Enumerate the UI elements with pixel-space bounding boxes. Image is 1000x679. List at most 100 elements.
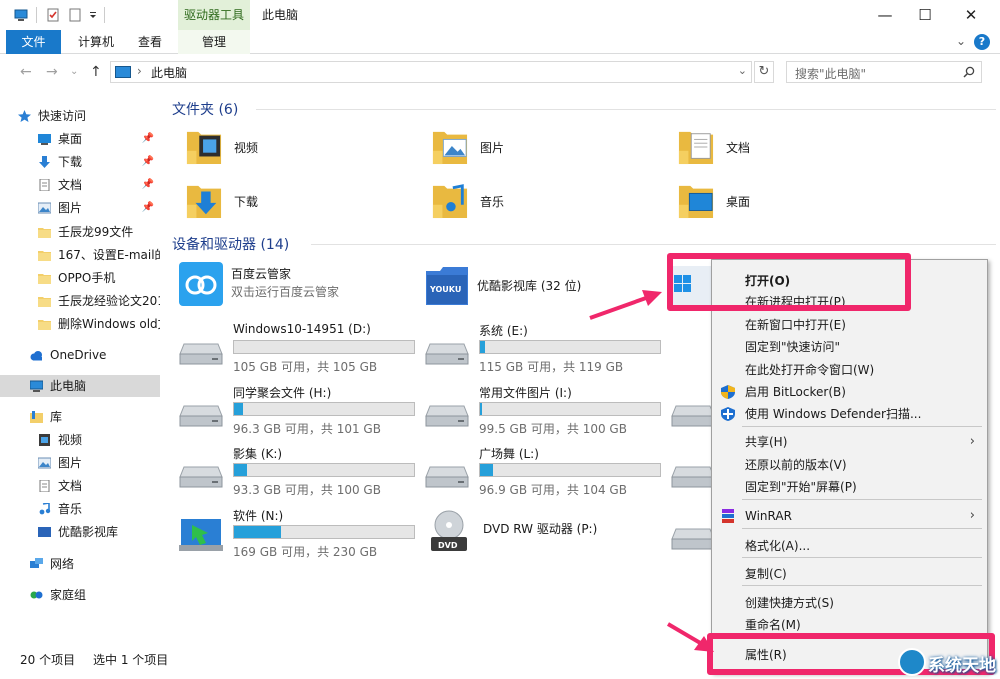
context-menu-item[interactable]: 在此处打开命令窗口(W) bbox=[712, 359, 987, 381]
customize-toolbar-icon[interactable] bbox=[88, 8, 98, 22]
folder-item[interactable]: 视频 bbox=[186, 125, 386, 173]
drive-item[interactable]: 影集 (K:) 93.3 GB 可用，共 100 GB bbox=[178, 443, 423, 501]
hard-drive-icon[interactable] bbox=[670, 515, 716, 553]
drive-item[interactable]: 同学聚会文件 (H:) 96.3 GB 可用，共 101 GB bbox=[178, 382, 423, 440]
properties-icon[interactable] bbox=[46, 8, 60, 22]
context-menu-item[interactable]: 在新窗口中打开(E) bbox=[712, 314, 987, 336]
sidebar-item[interactable]: 音乐 bbox=[0, 498, 160, 520]
address-dropdown-icon[interactable]: ⌄ bbox=[738, 64, 747, 77]
forward-button[interactable]: → bbox=[46, 64, 58, 80]
picture-icon bbox=[38, 457, 51, 469]
hard-drive-icon[interactable] bbox=[670, 392, 716, 430]
pin-icon[interactable]: 📌 bbox=[142, 197, 154, 219]
drive-item[interactable]: 广场舞 (L:) 96.9 GB 可用，共 104 GB bbox=[424, 443, 669, 501]
folder-item[interactable]: 文档 bbox=[678, 125, 878, 173]
sidebar-item[interactable]: 壬辰龙99文件 bbox=[0, 221, 160, 243]
folder-item[interactable]: 桌面 bbox=[678, 179, 878, 227]
drive-item[interactable]: 软件 (N:) 169 GB 可用，共 230 GB bbox=[178, 505, 423, 563]
sidebar-item[interactable]: 文档 bbox=[0, 475, 160, 497]
sidebar-item-label: 壬辰龙99文件 bbox=[58, 225, 134, 239]
sidebar-item[interactable]: 桌面 📌 bbox=[0, 128, 160, 150]
picture-icon bbox=[38, 202, 51, 214]
menu-separator bbox=[742, 528, 982, 529]
sidebar-item[interactable]: 此电脑 bbox=[0, 375, 160, 397]
breadcrumb-separator[interactable]: › bbox=[137, 64, 142, 78]
new-folder-icon[interactable] bbox=[68, 8, 82, 22]
pin-icon[interactable]: 📌 bbox=[142, 151, 154, 173]
maximize-button[interactable]: ☐ bbox=[902, 0, 948, 30]
drive-name: DVD RW 驱动器 (P:) bbox=[483, 522, 598, 536]
tab-view[interactable]: 查看 bbox=[126, 30, 174, 54]
sidebar-item-label: 167、设置E-mail的 bbox=[58, 248, 160, 262]
folder-item[interactable]: 下载 bbox=[186, 179, 386, 227]
tab-computer[interactable]: 计算机 bbox=[66, 30, 126, 54]
defender-icon bbox=[721, 407, 735, 421]
drive-usage-bar bbox=[479, 463, 661, 477]
context-menu-item[interactable]: 固定到"快速访问" bbox=[712, 336, 987, 358]
app-description: 双击运行百度云管家 bbox=[231, 285, 340, 299]
sidebar-item[interactable]: 库 bbox=[0, 406, 160, 428]
baidu-cloud-item[interactable]: 百度云管家 双击运行百度云管家 bbox=[178, 261, 408, 313]
tab-file[interactable]: 文件 bbox=[6, 30, 61, 54]
search-input[interactable]: 搜索"此电脑" bbox=[786, 61, 982, 83]
breadcrumb-this-pc[interactable]: 此电脑 bbox=[151, 64, 187, 81]
context-menu-item[interactable]: 启用 BitLocker(B) bbox=[712, 381, 987, 403]
pin-icon[interactable]: 📌 bbox=[142, 128, 154, 150]
context-menu-item[interactable]: 创建快捷方式(S) bbox=[712, 592, 987, 614]
drive-item[interactable]: 常用文件图片 (I:) 99.5 GB 可用，共 100 GB bbox=[424, 382, 669, 440]
drive-capacity: 115 GB 可用，共 119 GB bbox=[479, 360, 624, 374]
group-title-folders[interactable]: 文件夹 (6) bbox=[172, 99, 238, 119]
refresh-button[interactable]: ↻ bbox=[754, 61, 774, 83]
sidebar-item[interactable]: OPPO手机 bbox=[0, 267, 160, 289]
watermark-logo: 系统天地 bbox=[898, 645, 1000, 679]
close-button[interactable]: ✕ bbox=[948, 0, 994, 30]
drive-name: 同学聚会文件 (H:) bbox=[233, 386, 332, 400]
dvd-drive-item[interactable]: DVD DVD RW 驱动器 (P:) bbox=[428, 505, 673, 563]
sidebar-item[interactable]: OneDrive bbox=[0, 344, 160, 366]
sidebar-item-label: OPPO手机 bbox=[58, 271, 116, 285]
sidebar-item[interactable]: 167、设置E-mail的 bbox=[0, 244, 160, 266]
expand-ribbon-icon[interactable]: ⌄ bbox=[956, 34, 966, 48]
folder-item[interactable]: 图片 bbox=[432, 125, 632, 173]
context-menu-item[interactable]: 还原以前的版本(V) bbox=[712, 454, 987, 476]
sidebar-item[interactable]: 下载 📌 bbox=[0, 151, 160, 173]
sidebar-item[interactable]: 家庭组 bbox=[0, 584, 160, 606]
computer-icon bbox=[115, 66, 131, 78]
folder-item[interactable]: 音乐 bbox=[432, 179, 632, 227]
up-button[interactable]: ↑ bbox=[90, 64, 102, 80]
drive-usage-bar bbox=[233, 340, 415, 354]
recent-locations-button[interactable]: ⌄ bbox=[70, 66, 78, 77]
context-menu-item[interactable]: 复制(C) bbox=[712, 563, 987, 585]
context-menu-item[interactable]: 格式化(A)... bbox=[712, 535, 987, 557]
pin-icon[interactable]: 📌 bbox=[142, 174, 154, 196]
submenu-arrow-icon: › bbox=[969, 434, 975, 449]
sidebar-item[interactable]: 网络 bbox=[0, 553, 160, 575]
tab-manage[interactable]: 管理 bbox=[178, 30, 250, 54]
context-menu-item[interactable]: 使用 Windows Defender扫描... bbox=[712, 403, 987, 425]
sidebar-item[interactable]: 壬辰龙经验论文201 bbox=[0, 290, 160, 312]
sidebar-item[interactable]: 快速访问 bbox=[0, 105, 160, 127]
sidebar-item[interactable]: 图片 bbox=[0, 452, 160, 474]
context-menu-item[interactable]: WinRAR › bbox=[712, 505, 987, 527]
sidebar-item[interactable]: 删除Windows old文 bbox=[0, 313, 160, 335]
back-button[interactable]: ← bbox=[20, 64, 32, 80]
context-menu-label: 使用 Windows Defender扫描... bbox=[745, 407, 922, 421]
drive-item[interactable]: 系统 (E:) 115 GB 可用，共 119 GB bbox=[424, 320, 669, 378]
address-bar[interactable]: › 此电脑 ⌄ bbox=[110, 61, 752, 83]
help-icon[interactable]: ? bbox=[974, 34, 990, 50]
sidebar-item[interactable]: 优酷影视库 bbox=[0, 521, 160, 543]
context-menu-item[interactable]: 共享(H) › bbox=[712, 431, 987, 453]
drive-tools-tab[interactable]: 驱动器工具 bbox=[178, 0, 250, 30]
sidebar-item[interactable]: 图片 📌 bbox=[0, 197, 160, 219]
context-menu-item[interactable]: 固定到"开始"屏幕(P) bbox=[712, 476, 987, 498]
folder-name: 桌面 bbox=[726, 195, 751, 209]
sidebar-item[interactable]: 视频 bbox=[0, 429, 160, 451]
menu-separator bbox=[742, 426, 982, 427]
hard-drive-icon[interactable] bbox=[670, 453, 716, 491]
sidebar-item[interactable]: 文档 📌 bbox=[0, 174, 160, 196]
drive-item[interactable]: Windows10-14951 (D:) 105 GB 可用，共 105 GB bbox=[178, 320, 423, 378]
folder-name: 图片 bbox=[480, 141, 505, 155]
youku-logo-text: YOUKU bbox=[430, 285, 462, 294]
navigation-bar: ← → ⌄ ↑ › 此电脑 ⌄ ↻ 搜索"此电脑" bbox=[0, 55, 1000, 89]
group-title-devices[interactable]: 设备和驱动器 (14) bbox=[172, 234, 289, 254]
